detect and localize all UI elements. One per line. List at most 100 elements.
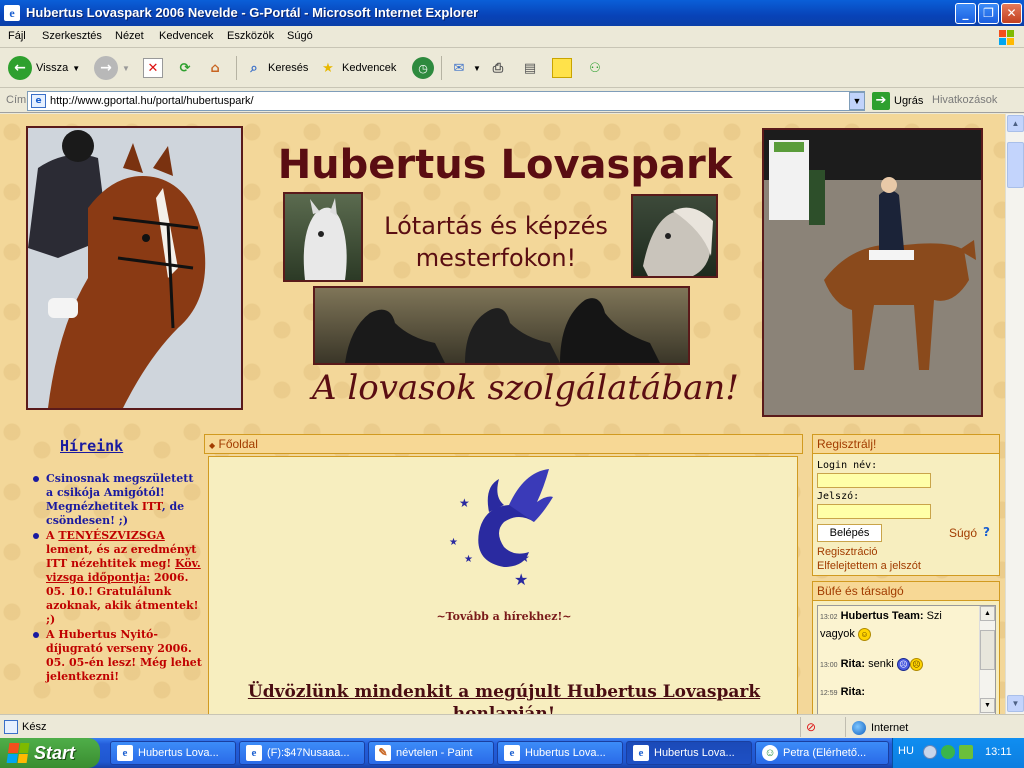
messenger-tray-icon[interactable] — [941, 745, 955, 759]
paint-icon: ✎ — [375, 745, 391, 761]
taskbar-item-active[interactable]: e Hubertus Lova... — [626, 741, 752, 765]
note-icon — [552, 58, 572, 78]
discuss-button[interactable] — [552, 56, 572, 80]
scroll-thumb[interactable] — [1007, 142, 1024, 188]
horse-photo-left — [26, 126, 243, 410]
network-tray-icon[interactable] — [959, 745, 973, 759]
news-item: Csinosnak megszületett a csikója Amigótó… — [30, 472, 202, 528]
page-scrollbar[interactable]: ▲ ▼ — [1005, 114, 1024, 714]
clock[interactable]: 13:11 — [985, 746, 1012, 758]
slogan-line2: mesterfokon! — [415, 244, 577, 272]
more-news-link[interactable]: ~Tovább a hírekhez!~ — [209, 610, 799, 623]
popup-blocked-icon[interactable]: ⊘ — [806, 720, 816, 734]
forward-dropdown-icon[interactable]: ▼ — [122, 64, 130, 73]
refresh-button[interactable]: ⟳ — [175, 56, 195, 80]
menu-help[interactable]: Súgó — [287, 30, 313, 42]
security-zone: Internet — [852, 721, 908, 735]
taskbar-item[interactable]: ☺ Petra (Elérhető... — [755, 741, 889, 765]
login-button[interactable]: Belépés — [817, 524, 882, 542]
maximize-button[interactable]: ❐ — [978, 3, 999, 24]
home-button[interactable]: ⌂ — [205, 56, 225, 80]
edit-button[interactable]: ▤ — [520, 56, 540, 80]
home-icon: ⌂ — [210, 60, 220, 76]
menu-favorites[interactable]: Kedvencek — [159, 30, 213, 42]
back-dropdown-icon[interactable]: ▼ — [72, 64, 80, 73]
tray-expand-icon[interactable] — [923, 745, 937, 759]
address-input[interactable]: e http://www.gportal.hu/portal/hubertusp… — [27, 91, 865, 111]
svg-text:★: ★ — [519, 551, 530, 565]
messenger-icon: ☺ — [762, 745, 778, 761]
chat-header: Büfé és társalgó — [812, 581, 1000, 601]
favorites-label: Kedvencek — [342, 62, 397, 74]
chat-message: 12:59 Rita: — [820, 684, 978, 702]
horse-photo-right — [762, 128, 983, 417]
stop-icon: ✕ — [143, 58, 163, 78]
menu-file[interactable]: Fájl — [8, 30, 26, 42]
help-link[interactable]: Súgó — [949, 526, 977, 540]
links-label[interactable]: Hivatkozások — [932, 94, 997, 106]
sad-smiley-icon: ☹ — [896, 657, 910, 671]
address-url: http://www.gportal.hu/portal/hubertuspar… — [50, 95, 254, 107]
taskbar-item[interactable]: ✎ névtelen - Paint — [368, 741, 494, 765]
password-label: Jelszó: — [817, 491, 860, 502]
print-button[interactable]: ⎙ — [488, 56, 508, 80]
task-label: Hubertus Lova... — [654, 747, 735, 759]
news-link[interactable]: TENYÉSZVIZSGA — [58, 529, 164, 542]
scroll-up-icon[interactable]: ▲ — [1007, 115, 1024, 132]
help-icon[interactable]: ? — [983, 525, 990, 539]
register-header: Regisztrálj! — [812, 434, 1000, 454]
go-label: Ugrás — [894, 95, 924, 107]
star-icon: ★ — [322, 60, 334, 76]
news-text: A — [46, 529, 59, 542]
scroll-up-icon[interactable]: ▲ — [980, 606, 995, 621]
history-button[interactable]: ◷ — [412, 56, 434, 80]
menu-view[interactable]: Nézet — [115, 30, 144, 42]
menu-tools[interactable]: Eszközök — [227, 30, 274, 42]
slogan-line1: Lótartás és képzés — [384, 212, 608, 240]
forward-button[interactable]: → ▼ — [94, 56, 130, 80]
taskbar-item[interactable]: e (F):$47Nusaaa... — [239, 741, 365, 765]
address-dropdown[interactable]: ▼ — [849, 92, 865, 110]
minimize-button[interactable]: _ — [955, 3, 976, 24]
taskbar-item[interactable]: e Hubertus Lova... — [110, 741, 236, 765]
confused-smiley-icon: ☹ — [909, 657, 923, 671]
scroll-down-icon[interactable]: ▼ — [1007, 695, 1024, 712]
news-heading[interactable]: Híreink — [60, 437, 123, 455]
favorites-button[interactable]: ★ Kedvencek — [318, 56, 396, 80]
news-link[interactable]: ITT — [142, 500, 162, 513]
refresh-icon: ⟳ — [179, 60, 191, 76]
news-list: Csinosnak megszületett a csikója Amigótó… — [30, 472, 202, 685]
language-indicator[interactable]: HU — [898, 745, 914, 757]
mail-button[interactable]: ✉ ▼ — [449, 56, 481, 80]
scroll-thumb[interactable] — [980, 630, 995, 670]
mail-dropdown-icon[interactable]: ▼ — [473, 64, 481, 73]
scroll-down-icon[interactable]: ▼ — [980, 698, 995, 713]
chat-scrollbar[interactable]: ▲ ▼ — [979, 606, 995, 714]
chat-messages[interactable]: 13:02 Hubertus Team: Szi vagyok ☺ 13:00 … — [817, 605, 996, 714]
status-bar: Kész ⊘ Internet — [0, 714, 1024, 738]
search-button[interactable]: ⌕ Keresés — [244, 56, 308, 80]
toolbar: ← Vissza ▼ → ▼ ✕ ⟳ ⌂ ⌕ Keresés ★ Kedvenc… — [0, 48, 1024, 88]
go-button[interactable]: ➔ Ugrás — [872, 92, 923, 110]
news-text: A Hubertus Nyitó-díjugrató verseny 2006.… — [46, 628, 202, 683]
password-input[interactable] — [817, 504, 931, 519]
back-button[interactable]: ← Vissza ▼ — [8, 56, 80, 80]
menu-edit[interactable]: Szerkesztés — [42, 30, 102, 42]
smiley-icon: ☺ — [857, 627, 871, 641]
forgot-password-link[interactable]: Elfelejtettem a jelszót — [817, 560, 921, 572]
taskbar-item[interactable]: e Hubertus Lova... — [497, 741, 623, 765]
back-label: Vissza — [36, 62, 69, 74]
start-button[interactable]: Start — [0, 738, 100, 768]
search-icon: ⌕ — [250, 60, 258, 76]
system-tray: HU 13:11 — [892, 738, 1024, 768]
news-text: lement, és az eredményt ITT nézehtitek m… — [46, 543, 197, 570]
close-button[interactable]: ✕ — [1001, 3, 1022, 24]
task-label: Hubertus Lova... — [138, 747, 219, 759]
stop-button[interactable]: ✕ — [143, 56, 163, 80]
messenger-button[interactable]: ⚇ — [585, 56, 605, 80]
login-input[interactable] — [817, 473, 931, 488]
page-status-icon — [4, 720, 18, 734]
registration-link[interactable]: Regisztráció — [817, 546, 878, 558]
mail-icon: ✉ — [453, 60, 465, 76]
toolbar-separator — [236, 56, 237, 80]
